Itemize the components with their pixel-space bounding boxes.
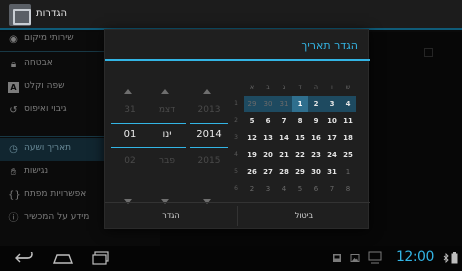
- calendar-day[interactable]: 31: [276, 96, 292, 112]
- calendar-day[interactable]: 3: [260, 181, 276, 197]
- calendar-day[interactable]: 26: [244, 164, 260, 180]
- date-picker-dialog: הגדר תאריך 31 01 02 דצמ ינו פבר 2013 201…: [104, 29, 370, 229]
- increment-month-arrow-icon[interactable]: [161, 89, 169, 94]
- calendar-day[interactable]: 29: [292, 164, 308, 180]
- calendar-day[interactable]: 11: [340, 113, 356, 129]
- back-icon[interactable]: [14, 252, 34, 264]
- calendar-day[interactable]: 30: [260, 96, 276, 112]
- calendar-day[interactable]: 29: [244, 96, 260, 112]
- calendar-day[interactable]: 5: [244, 113, 260, 129]
- weekday-header: ד: [298, 84, 302, 91]
- calendar-day[interactable]: 20: [260, 147, 276, 163]
- calendar-day[interactable]: 27: [260, 164, 276, 180]
- year-prev-value[interactable]: 2013: [184, 105, 234, 115]
- status-clock[interactable]: 12:00: [396, 249, 434, 265]
- selection-line: [190, 147, 228, 148]
- calendar-day[interactable]: 18: [340, 130, 356, 146]
- calendar-day[interactable]: 24: [324, 147, 340, 163]
- action-bar: הגדרות: [0, 0, 462, 30]
- system-bar: 12:00: [0, 246, 462, 271]
- weekday-header: א: [249, 84, 254, 91]
- year-next-value[interactable]: 2015: [184, 156, 234, 166]
- calendar-day[interactable]: 19: [244, 147, 260, 163]
- dialog-title-divider: [105, 59, 370, 61]
- calendar-day[interactable]: 1: [340, 164, 356, 180]
- weekday-header-row: א ב ג ד ה ו ש: [244, 84, 360, 94]
- calendar-day[interactable]: 7: [276, 113, 292, 129]
- image-icon[interactable]: [350, 253, 360, 263]
- set-button[interactable]: הגדר: [105, 203, 237, 229]
- weekday-header: ג: [282, 84, 286, 91]
- increment-day-arrow-icon[interactable]: [124, 89, 132, 94]
- notification-icon[interactable]: [332, 253, 342, 263]
- week-number: 4: [234, 151, 238, 158]
- calendar-day[interactable]: 12: [244, 130, 260, 146]
- bluetooth-icon: [443, 253, 449, 263]
- calendar-day[interactable]: 22: [292, 147, 308, 163]
- calendar-day[interactable]: 2: [308, 96, 324, 112]
- selection-line: [148, 147, 186, 148]
- calendar-day[interactable]: 1: [292, 96, 308, 112]
- calendar-day[interactable]: 3: [324, 96, 340, 112]
- calendar-day[interactable]: 25: [340, 147, 356, 163]
- weekday-header: ו: [331, 84, 333, 91]
- calendar-day[interactable]: 4: [276, 181, 292, 197]
- calendar-day[interactable]: 21: [276, 147, 292, 163]
- recent-apps-icon[interactable]: [92, 251, 110, 265]
- calendar-day[interactable]: 10: [324, 113, 340, 129]
- calendar-day[interactable]: 4: [340, 96, 356, 112]
- selection-line: [190, 123, 228, 124]
- week-number: 1: [234, 100, 238, 107]
- calendar-day[interactable]: 9: [308, 113, 324, 129]
- calendar-day[interactable]: 6: [260, 113, 276, 129]
- calendar-day[interactable]: 30: [308, 164, 324, 180]
- year-current-value[interactable]: 2014: [184, 129, 234, 140]
- calendar-day[interactable]: 23: [308, 147, 324, 163]
- calendar-day[interactable]: 8: [292, 113, 308, 129]
- weekday-header: ש: [345, 84, 351, 91]
- cancel-button[interactable]: ביטול: [238, 203, 370, 229]
- calendar-day[interactable]: 13: [260, 130, 276, 146]
- calendar-day[interactable]: 28: [276, 164, 292, 180]
- weekday-header: ה: [314, 84, 318, 91]
- battery-icon: [451, 252, 458, 264]
- calendar-day[interactable]: 8: [340, 181, 356, 197]
- home-icon[interactable]: [52, 252, 74, 264]
- week-number: 3: [234, 134, 238, 141]
- calendar-day[interactable]: 15: [292, 130, 308, 146]
- calendar-day[interactable]: 2: [244, 181, 260, 197]
- calendar-day[interactable]: 17: [324, 130, 340, 146]
- week-number: 2: [234, 117, 238, 124]
- calendar-day[interactable]: 16: [308, 130, 324, 146]
- selection-line: [148, 123, 186, 124]
- increment-year-arrow-icon[interactable]: [203, 89, 211, 94]
- year-spinner[interactable]: 2013 2014 2015: [184, 77, 234, 217]
- calendar-day[interactable]: 5: [292, 181, 308, 197]
- calendar-day[interactable]: 7: [324, 181, 340, 197]
- dialog-title: הגדר תאריך: [301, 39, 358, 52]
- week-number: 6: [234, 185, 238, 192]
- calendar-day[interactable]: 31: [324, 164, 340, 180]
- weekday-header: ב: [266, 84, 270, 91]
- sd-card-icon: [368, 251, 382, 264]
- app-title: הגדרות: [36, 8, 68, 19]
- settings-app-icon[interactable]: [9, 4, 31, 26]
- calendar-day[interactable]: 6: [308, 181, 324, 197]
- week-number: 5: [234, 168, 238, 175]
- calendar-day[interactable]: 14: [276, 130, 292, 146]
